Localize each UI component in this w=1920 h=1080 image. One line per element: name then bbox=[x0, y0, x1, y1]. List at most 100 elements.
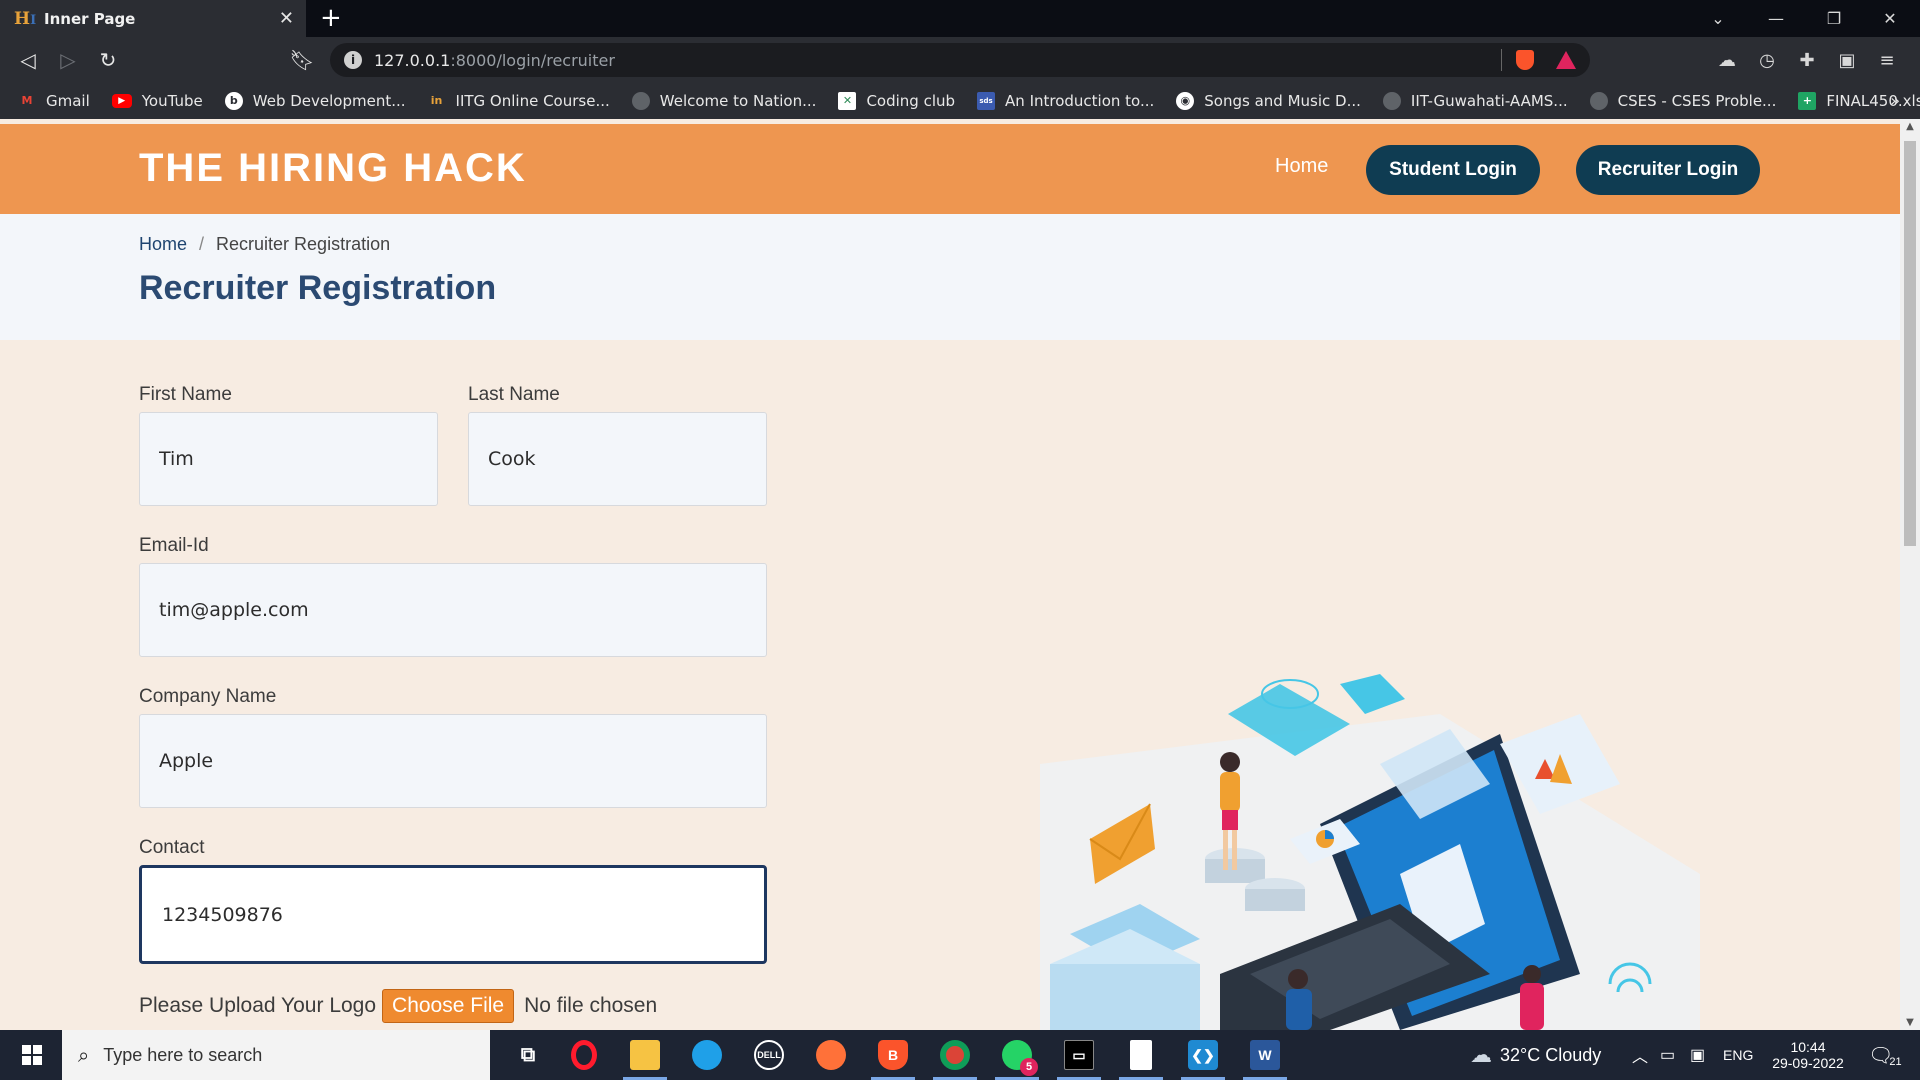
close-tab-icon[interactable]: ✕ bbox=[279, 8, 294, 29]
last-name-label: Last Name bbox=[468, 384, 560, 405]
show-hidden-icons[interactable]: ︿ bbox=[1632, 1030, 1648, 1080]
restore-button[interactable]: ❐ bbox=[1806, 0, 1862, 37]
opera-icon[interactable] bbox=[554, 1030, 614, 1080]
clock-time: 10:44 bbox=[1790, 1039, 1826, 1055]
brave-icon[interactable]: B bbox=[863, 1030, 923, 1080]
email-input[interactable] bbox=[139, 563, 767, 657]
notifications-button[interactable]: 🗨︎ 21 bbox=[1868, 1030, 1902, 1080]
bookmark-coding-club[interactable]: ✕ Coding club bbox=[838, 92, 955, 110]
email-label: Email-Id bbox=[139, 535, 209, 556]
dell-icon[interactable]: DELL bbox=[739, 1030, 799, 1080]
bookmark-iitg-online[interactable]: in IITG Online Course... bbox=[428, 92, 610, 110]
file-status-text: No file chosen bbox=[524, 994, 658, 1017]
breadcrumb: Home / Recruiter Registration bbox=[139, 234, 390, 255]
nav-home-link[interactable]: Home bbox=[1275, 155, 1328, 178]
bookmark-iitg-aams[interactable]: IIT-Guwahati-AAMS... bbox=[1382, 92, 1568, 110]
tab-title: Inner Page bbox=[44, 9, 136, 28]
browser-toolbar: ◁ ▷ ↻ 🔖︎ i 127.0.0.1:8000/login/recruite… bbox=[0, 37, 1920, 83]
forward-button[interactable]: ▷ bbox=[50, 37, 86, 83]
page-scrollbar[interactable]: ▲ ▼ bbox=[1900, 119, 1920, 1030]
file-explorer-icon[interactable] bbox=[615, 1030, 675, 1080]
url-text[interactable]: 127.0.0.1:8000/login/recruiter bbox=[374, 51, 1501, 70]
sheets-icon: + bbox=[1798, 92, 1817, 110]
scroll-down-icon[interactable]: ▼ bbox=[1900, 1017, 1920, 1028]
globe-icon bbox=[1382, 92, 1401, 110]
bookmark-gmail[interactable]: M Gmail bbox=[18, 92, 90, 110]
chrome-icon[interactable] bbox=[925, 1030, 985, 1080]
brave-shields-icon[interactable] bbox=[1516, 50, 1534, 70]
extension-cloud-icon[interactable]: ☁ bbox=[1710, 37, 1744, 83]
site-header: THE HIRING HACK Home Student Login Recru… bbox=[0, 124, 1900, 214]
whatsapp-icon[interactable]: 5 bbox=[987, 1030, 1047, 1080]
choose-file-button[interactable]: Choose File bbox=[382, 989, 515, 1023]
bookmark-youtube[interactable]: ▶ YouTube bbox=[111, 92, 203, 110]
coding-club-icon: ✕ bbox=[838, 92, 857, 110]
bookmark-welcome-nation[interactable]: Welcome to Nation... bbox=[631, 92, 816, 110]
browser-tab[interactable]: HI Inner Page ✕ bbox=[0, 0, 306, 37]
new-tab-button[interactable]: + bbox=[320, 4, 342, 32]
extension-clock-icon[interactable]: ◷ bbox=[1750, 37, 1784, 83]
network-icon[interactable]: ▣ bbox=[1690, 1030, 1705, 1080]
bookmark-icon[interactable]: 🔖︎ bbox=[284, 37, 320, 83]
breadcrumb-home-link[interactable]: Home bbox=[139, 234, 187, 254]
last-name-input[interactable] bbox=[468, 412, 767, 506]
bookmark-web-development[interactable]: b Web Development... bbox=[224, 92, 406, 110]
logo-upload-label: Please Upload Your Logo bbox=[139, 994, 377, 1017]
clock[interactable]: 10:44 29-09-2022 bbox=[1768, 1030, 1848, 1080]
battery-icon[interactable]: ▭ bbox=[1660, 1030, 1675, 1080]
tab-search-chevron-icon[interactable]: ⌄ bbox=[1690, 0, 1746, 37]
menu-icon[interactable]: ≡ bbox=[1870, 37, 1904, 83]
word-icon[interactable]: W bbox=[1235, 1030, 1295, 1080]
bookmark-final450[interactable]: +FINAL450.xlsx - Go... bbox=[1798, 92, 1920, 110]
brave-rewards-icon[interactable] bbox=[1556, 51, 1576, 69]
browser-tab-strip: HI Inner Page ✕ + ⌄ — ❐ ✕ bbox=[0, 0, 1920, 37]
reload-button[interactable]: ↻ bbox=[90, 37, 126, 83]
breadcrumb-current: Recruiter Registration bbox=[216, 234, 391, 254]
globe-icon bbox=[1589, 92, 1608, 110]
bookmark-cses[interactable]: CSES - CSES Proble... bbox=[1589, 92, 1776, 110]
extensions-puzzle-icon[interactable]: ✚ bbox=[1790, 37, 1824, 83]
iitg-icon: in bbox=[430, 94, 443, 107]
github-icon: ◉ bbox=[1176, 92, 1195, 110]
site-info-icon[interactable]: i bbox=[344, 51, 362, 69]
first-name-label: First Name bbox=[139, 384, 232, 405]
first-name-input[interactable] bbox=[139, 412, 438, 506]
taskbar-search-box[interactable]: ⌕ Type here to search bbox=[62, 1030, 490, 1080]
weather-widget[interactable]: ☁ 32°C Cloudy bbox=[1470, 1030, 1601, 1080]
wallet-icon[interactable]: ▣ bbox=[1830, 37, 1864, 83]
bookmark-songs-music[interactable]: ◉ Songs and Music D... bbox=[1176, 92, 1361, 110]
search-icon: ⌕ bbox=[78, 1043, 90, 1067]
globe-icon bbox=[631, 92, 650, 110]
language-indicator[interactable]: ENG bbox=[1723, 1030, 1753, 1080]
logo-upload-row: Please Upload Your Logo Choose File No f… bbox=[139, 989, 657, 1023]
page-title-band: Home / Recruiter Registration Recruiter Re… bbox=[0, 214, 1900, 340]
close-window-button[interactable]: ✕ bbox=[1862, 0, 1918, 37]
address-bar[interactable]: i 127.0.0.1:8000/login/recruiter bbox=[330, 43, 1590, 77]
vscode-icon[interactable]: ❮❯ bbox=[1173, 1030, 1233, 1080]
back-button[interactable]: ◁ bbox=[10, 37, 46, 83]
notepad-icon[interactable] bbox=[1111, 1030, 1171, 1080]
company-name-input[interactable] bbox=[139, 714, 767, 808]
omnibox-divider bbox=[1501, 49, 1502, 71]
recruiter-login-button[interactable]: Recruiter Login bbox=[1576, 145, 1760, 195]
student-login-button[interactable]: Student Login bbox=[1366, 145, 1540, 195]
site-logo[interactable]: THE HIRING HACK bbox=[139, 146, 527, 191]
youtube-icon: ▶ bbox=[111, 94, 132, 108]
bookmark-introduction[interactable]: sds An Introduction to... bbox=[977, 92, 1154, 110]
more-bookmarks-icon[interactable]: » bbox=[1890, 83, 1900, 119]
sds-icon: sds bbox=[977, 92, 996, 110]
task-view-icon[interactable]: ⧉ bbox=[498, 1030, 558, 1080]
windows-logo-icon bbox=[22, 1045, 42, 1065]
scroll-up-icon[interactable]: ▲ bbox=[1900, 121, 1920, 132]
breadcrumb-separator: / bbox=[199, 234, 205, 254]
contact-input[interactable] bbox=[139, 865, 767, 964]
terminal-icon[interactable]: ▭ bbox=[1049, 1030, 1109, 1080]
cloud-icon: ☁ bbox=[1470, 1042, 1492, 1067]
firefox-icon[interactable] bbox=[801, 1030, 861, 1080]
edge-icon[interactable] bbox=[677, 1030, 737, 1080]
windows-taskbar: ⌕ Type here to search ⧉ DELL B 5 ▭ ❮❯ W … bbox=[0, 1030, 1920, 1080]
weather-text: 32°C Cloudy bbox=[1500, 1044, 1602, 1065]
windows-start-button[interactable] bbox=[10, 1030, 54, 1080]
minimize-button[interactable]: — bbox=[1748, 0, 1804, 37]
scrollbar-thumb[interactable] bbox=[1904, 141, 1916, 546]
